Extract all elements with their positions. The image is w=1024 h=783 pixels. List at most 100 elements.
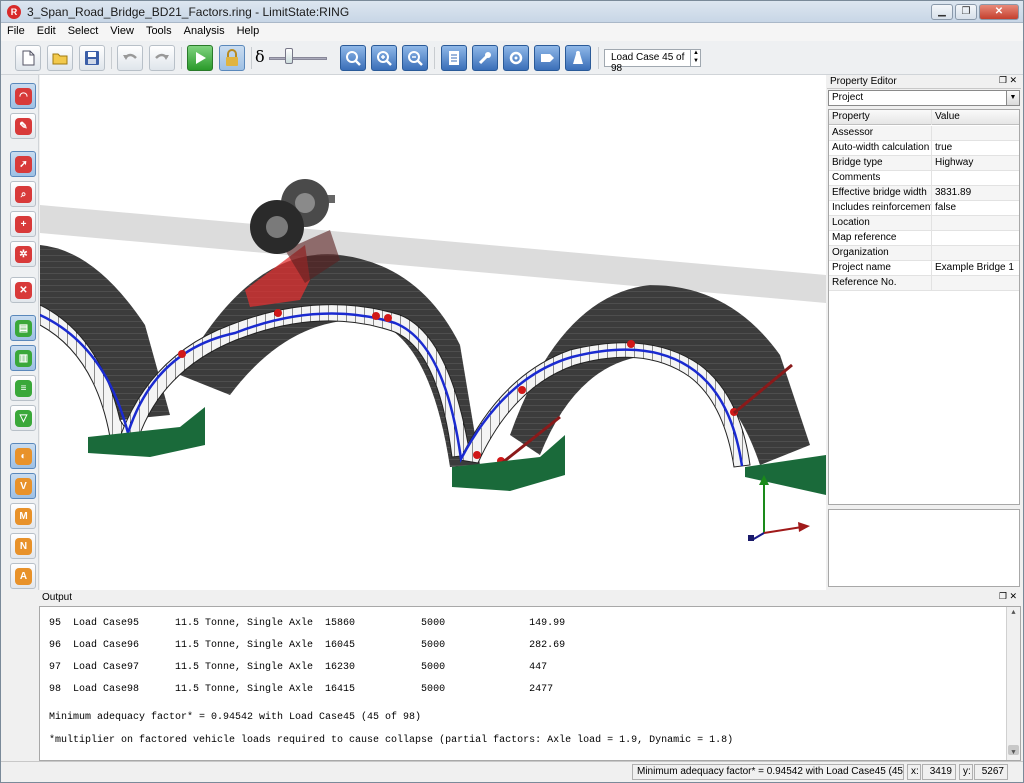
zoom-icon bbox=[346, 51, 361, 66]
open-button[interactable] bbox=[47, 45, 73, 71]
property-editor-panel: Property Editor ❐ ✕ Project ▼ Property V… bbox=[827, 75, 1021, 505]
save-button[interactable] bbox=[79, 45, 105, 71]
property-row-effective-width[interactable]: Effective bridge width 3831.89 bbox=[829, 186, 1019, 201]
float-panel-icon[interactable]: ❐ ✕ bbox=[999, 75, 1017, 86]
displacement-slider-track[interactable] bbox=[269, 57, 327, 60]
property-row-auto-width[interactable]: Auto-width calculation true bbox=[829, 141, 1019, 156]
menu-help[interactable]: Help bbox=[231, 23, 266, 41]
settings-button[interactable] bbox=[503, 45, 529, 71]
open-folder-icon bbox=[52, 53, 68, 65]
property-row-location[interactable]: Location bbox=[829, 216, 1019, 231]
delete-element-tool[interactable]: ✕ bbox=[10, 277, 36, 303]
menu-analysis[interactable]: Analysis bbox=[178, 23, 231, 41]
property-row-organization[interactable]: Organization bbox=[829, 246, 1019, 261]
displacement-slider-thumb[interactable] bbox=[285, 48, 293, 64]
road-deck bbox=[40, 205, 826, 303]
header-value: Value bbox=[935, 111, 960, 122]
output-log[interactable]: 95 Load Case95 11.5 Tonne, Single Axle 1… bbox=[39, 606, 1021, 761]
zoom-out-icon bbox=[408, 51, 423, 66]
arch-edit-icon: ✎ bbox=[15, 118, 32, 135]
hinge-marker bbox=[473, 451, 481, 459]
output-title: Output bbox=[39, 591, 1021, 605]
property-description-box bbox=[828, 509, 1020, 587]
arch-select-tool[interactable]: ◠ bbox=[10, 83, 36, 109]
report-icon bbox=[449, 51, 459, 65]
status-message: Minimum adequacy factor* = 0.94542 with … bbox=[632, 764, 904, 780]
zoom-in-button[interactable] bbox=[371, 45, 397, 71]
window-title: 3_Span_Road_Bridge_BD21_Factors.ring - L… bbox=[27, 5, 350, 19]
output-panel: Output ❐ ✕ 95 Load Case95 11.5 Tonne, Si… bbox=[39, 591, 1021, 761]
tag-icon bbox=[541, 54, 554, 62]
app-icon: R bbox=[7, 5, 21, 19]
m-view-tool[interactable]: M bbox=[10, 503, 36, 529]
a-view-tool[interactable]: A bbox=[10, 563, 36, 589]
visibility-load-tool[interactable]: ▽ bbox=[10, 405, 36, 431]
tag-button[interactable] bbox=[534, 45, 560, 71]
show-view-icon: ◐ bbox=[15, 448, 32, 465]
redo-icon bbox=[155, 53, 169, 60]
undo-icon bbox=[123, 53, 137, 60]
restore-button[interactable]: ❐ bbox=[955, 4, 977, 20]
redo-button[interactable] bbox=[149, 45, 175, 71]
property-row-comments[interactable]: Comments bbox=[829, 171, 1019, 186]
menu-file[interactable]: File bbox=[1, 23, 31, 41]
output-line: 95 Load Case95 11.5 Tonne, Single Axle 1… bbox=[49, 618, 566, 629]
m-view-icon: M bbox=[15, 508, 32, 525]
run-analysis-icon bbox=[196, 52, 206, 64]
load-button[interactable] bbox=[565, 45, 591, 71]
property-row-reference-no[interactable]: Reference No. bbox=[829, 276, 1019, 291]
visibility-fill-tool[interactable]: ▤ bbox=[10, 315, 36, 341]
visibility-load-icon: ▽ bbox=[15, 410, 32, 427]
property-row-project-name[interactable]: Project name Example Bridge 1 bbox=[829, 261, 1019, 276]
axis-x bbox=[763, 526, 803, 534]
close-button[interactable]: ✕ bbox=[979, 4, 1019, 20]
visibility-backing-tool[interactable]: ▥ bbox=[10, 345, 36, 371]
menu-tools[interactable]: Tools bbox=[140, 23, 178, 41]
load-case-spinbox[interactable]: Load Case 45 of 98 bbox=[604, 49, 701, 74]
status-y-value: 5267 bbox=[974, 764, 1008, 780]
visibility-list-tool[interactable]: ≡ bbox=[10, 375, 36, 401]
lock-button[interactable] bbox=[219, 45, 245, 71]
report-button[interactable] bbox=[441, 45, 467, 71]
menu-select[interactable]: Select bbox=[62, 23, 105, 41]
property-row-map-reference[interactable]: Map reference bbox=[829, 231, 1019, 246]
visibility-fill-icon: ▤ bbox=[15, 320, 32, 337]
title-bar: R 3_Span_Road_Bridge_BD21_Factors.ring -… bbox=[1, 1, 1023, 23]
zoom-button[interactable] bbox=[340, 45, 366, 71]
hide-view-tool[interactable]: V bbox=[10, 473, 36, 499]
menu-view[interactable]: View bbox=[104, 23, 140, 41]
arch-edit-tool[interactable]: ✎ bbox=[10, 113, 36, 139]
minimize-button[interactable]: ▁ bbox=[931, 4, 953, 20]
property-scope-select[interactable]: Project ▼ bbox=[828, 90, 1020, 106]
property-row-reinforcement[interactable]: Includes reinforcement false bbox=[829, 201, 1019, 216]
output-line: Minimum adequacy factor* = 0.94542 with … bbox=[49, 712, 422, 723]
chevron-down-icon[interactable]: ▼ bbox=[1006, 91, 1019, 105]
menu-edit[interactable]: Edit bbox=[31, 23, 62, 41]
zoom-out-button[interactable] bbox=[402, 45, 428, 71]
float-panel-icon[interactable]: ❐ ✕ bbox=[999, 591, 1017, 602]
scroll-down-icon[interactable]: ▼ bbox=[1007, 747, 1020, 760]
n-view-icon: N bbox=[15, 538, 32, 555]
hinge-marker bbox=[384, 314, 392, 322]
visibility-backing-icon: ▥ bbox=[15, 350, 32, 367]
element-select-tool[interactable]: ➚ bbox=[10, 151, 36, 177]
load-case-spin-arrows[interactable]: ▲ ▼ bbox=[690, 49, 701, 67]
settings-element-tool[interactable]: ✲ bbox=[10, 241, 36, 267]
new-file-button[interactable] bbox=[15, 45, 41, 71]
show-view-tool[interactable]: ◐ bbox=[10, 443, 36, 469]
undo-button[interactable] bbox=[117, 45, 143, 71]
property-row-bridge-type[interactable]: Bridge type Highway bbox=[829, 156, 1019, 171]
header-property: Property bbox=[829, 110, 932, 125]
3d-viewport[interactable] bbox=[40, 75, 826, 590]
add-element-tool[interactable]: + bbox=[10, 211, 36, 237]
output-line: 97 Load Case97 11.5 Tonne, Single Axle 1… bbox=[49, 662, 548, 673]
run-analysis-button[interactable] bbox=[187, 45, 213, 71]
output-scrollbar[interactable]: ▲ ▼ bbox=[1006, 607, 1020, 760]
tools-button[interactable] bbox=[472, 45, 498, 71]
app-window: R 3_Span_Road_Bridge_BD21_Factors.ring -… bbox=[0, 0, 1024, 783]
scroll-up-icon[interactable]: ▲ bbox=[1007, 607, 1020, 620]
property-row-assessor[interactable]: Assessor bbox=[829, 126, 1019, 141]
zoom-element-tool[interactable]: ⌕ bbox=[10, 181, 36, 207]
n-view-tool[interactable]: N bbox=[10, 533, 36, 559]
element-select-icon: ➚ bbox=[15, 156, 32, 173]
